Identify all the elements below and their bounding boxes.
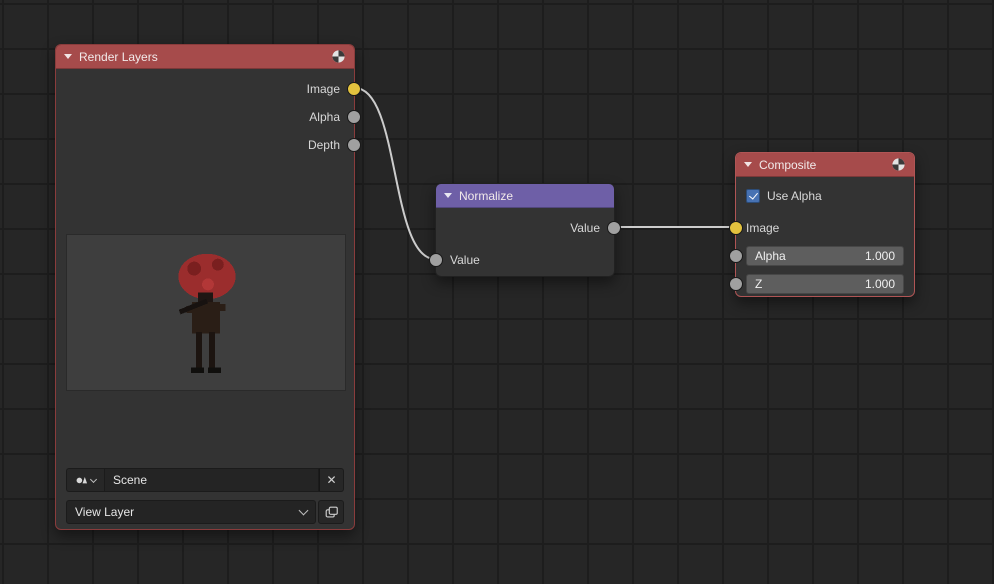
socket-output-value[interactable]: [607, 221, 621, 235]
view-layer-row: View Layer: [66, 500, 344, 524]
socket-input-z[interactable]: [729, 277, 743, 291]
output-row-value: Value: [436, 214, 614, 242]
z-field-value: 1.000: [865, 277, 895, 291]
material-ball-icon: [891, 157, 906, 172]
scene-name-field[interactable]: Scene: [104, 468, 319, 492]
normalize-header[interactable]: Normalize: [436, 184, 614, 208]
node-title: Render Layers: [79, 50, 325, 64]
output-row-alpha: Alpha: [56, 103, 354, 131]
input-row-image: Image: [736, 216, 914, 240]
node-title: Composite: [759, 158, 885, 172]
render-preview: [66, 234, 346, 391]
render-layers-header[interactable]: Render Layers: [56, 45, 354, 69]
output-label-value: Value: [570, 221, 600, 235]
node-render-layers[interactable]: Render Layers Image Alpha Depth: [55, 44, 355, 530]
scene-datablock-button[interactable]: [66, 468, 104, 492]
new-view-layer-button[interactable]: [318, 500, 344, 524]
composite-header[interactable]: Composite: [736, 153, 914, 177]
scene-icon: [75, 473, 89, 487]
input-row-value: Value: [436, 246, 614, 274]
view-layer-dropdown[interactable]: View Layer: [66, 500, 316, 524]
chevron-down-icon: [299, 506, 309, 516]
layers-icon: [324, 505, 339, 520]
use-alpha-row: Use Alpha: [736, 185, 914, 207]
link-renderlayers-to-normalize[interactable]: [355, 88, 435, 259]
render-preview-image: [67, 235, 345, 390]
use-alpha-checkbox[interactable]: [746, 189, 760, 203]
output-label-depth: Depth: [308, 138, 340, 152]
scene-name-value: Scene: [113, 473, 147, 487]
collapse-icon[interactable]: [744, 162, 752, 167]
input-label-value: Value: [450, 253, 480, 267]
socket-input-value[interactable]: [429, 253, 443, 267]
z-value-field[interactable]: Z 1.000: [746, 274, 904, 294]
socket-output-depth[interactable]: [347, 138, 361, 152]
use-alpha-label: Use Alpha: [767, 189, 822, 203]
node-composite[interactable]: Composite Use Alpha Image Alpha 1.000 Z …: [735, 152, 915, 297]
node-title: Normalize: [459, 189, 606, 203]
material-ball-icon: [331, 49, 346, 64]
close-icon: ✕: [326, 473, 336, 487]
output-label-alpha: Alpha: [309, 110, 340, 124]
output-label-image: Image: [307, 82, 340, 96]
chevron-down-icon: [90, 475, 97, 482]
socket-input-alpha[interactable]: [729, 249, 743, 263]
socket-output-image[interactable]: [347, 82, 361, 96]
node-normalize[interactable]: Normalize Value Value: [435, 183, 615, 277]
node-editor-canvas[interactable]: Render Layers Image Alpha Depth: [0, 0, 994, 584]
alpha-value-field[interactable]: Alpha 1.000: [746, 246, 904, 266]
collapse-icon[interactable]: [444, 193, 452, 198]
output-row-image: Image: [56, 75, 354, 103]
collapse-icon[interactable]: [64, 54, 72, 59]
clear-scene-button[interactable]: ✕: [319, 468, 344, 492]
alpha-field-value: 1.000: [865, 249, 895, 263]
alpha-field-label: Alpha: [755, 249, 786, 263]
view-layer-value: View Layer: [75, 505, 134, 519]
socket-output-alpha[interactable]: [347, 110, 361, 124]
input-label-image: Image: [746, 221, 779, 235]
scene-selector-row: Scene ✕: [66, 468, 344, 492]
z-field-label: Z: [755, 277, 762, 291]
output-row-depth: Depth: [56, 131, 354, 159]
socket-input-image[interactable]: [729, 221, 743, 235]
